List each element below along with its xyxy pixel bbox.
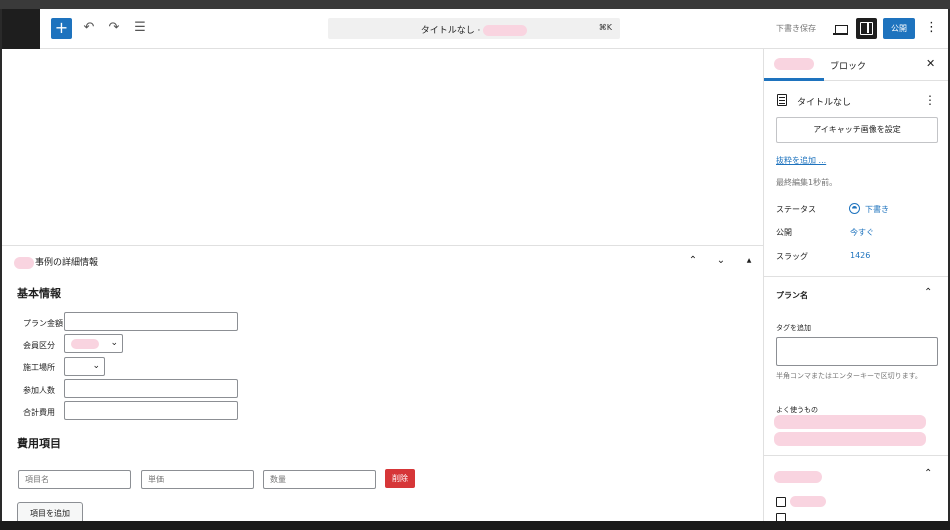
quantity-input[interactable]: 数量 xyxy=(263,470,376,489)
basic-info-heading: 基本情報 xyxy=(17,287,61,300)
slug-value[interactable]: 1426 xyxy=(850,251,870,260)
category-checkbox[interactable] xyxy=(776,513,786,521)
chevron-up-icon[interactable]: ⌃ xyxy=(924,468,932,479)
last-edited-text: 最終編集1秒前。 xyxy=(776,178,838,187)
screen-frame: + ↶ ↷ ☰ タイトルなし · ⌘K 下書き保存 公開 ⋮ 事例の詳細情報 ⌃… xyxy=(0,0,950,530)
editor-app: + ↶ ↷ ☰ タイトルなし · ⌘K 下書き保存 公開 ⋮ 事例の詳細情報 ⌃… xyxy=(2,9,948,521)
undo-icon[interactable]: ↶ xyxy=(81,20,97,36)
settings-toggle-button[interactable] xyxy=(856,18,877,39)
move-down-icon[interactable]: ⌄ xyxy=(714,254,728,268)
tab-block[interactable]: ブロック xyxy=(830,59,866,72)
document-title: タイトルなし · xyxy=(328,23,620,36)
redacted-tags xyxy=(774,432,926,446)
list-view-icon[interactable]: ☰ xyxy=(132,20,148,36)
close-icon[interactable]: ✕ xyxy=(926,57,935,70)
post-actions-icon[interactable]: ⋮ xyxy=(924,93,936,107)
participants-label: 参加人数 xyxy=(23,386,55,395)
redacted-panel-title[interactable] xyxy=(774,471,822,483)
status-label: ステータス xyxy=(776,205,816,214)
post-title: タイトルなし xyxy=(797,98,852,108)
editor-canvas[interactable] xyxy=(2,49,763,245)
cost-items-heading: 費用項目 xyxy=(17,437,61,450)
redacted-tags xyxy=(774,415,926,429)
chevron-down-icon: ⌄ xyxy=(110,338,118,348)
sidebar-icon xyxy=(860,22,873,35)
active-tab-indicator xyxy=(764,78,824,81)
document-title-text: タイトルなし · xyxy=(420,26,481,36)
site-icon[interactable] xyxy=(2,9,40,49)
preview-desktop-icon[interactable] xyxy=(833,21,849,37)
metabox-header[interactable]: 事例の詳細情報 ⌃ ⌄ ▲ xyxy=(2,246,763,274)
location-label: 施工場所 xyxy=(23,363,55,372)
post-icon xyxy=(777,94,787,106)
tag-help-text: 半角コンマまたはエンターキーで区切ります。 xyxy=(776,372,922,380)
command-shortcut: ⌘K xyxy=(598,23,612,32)
redacted-category xyxy=(790,496,826,507)
plan-panel-title[interactable]: プラン名 xyxy=(776,290,808,301)
sidebar-divider xyxy=(764,276,948,277)
redacted-prefix xyxy=(14,256,34,269)
editor-header: + ↶ ↷ ☰ タイトルなし · ⌘K 下書き保存 公開 ⋮ xyxy=(2,9,948,49)
redacted-value xyxy=(71,339,99,349)
location-select[interactable]: ⌄ xyxy=(64,357,105,376)
member-type-label: 会員区分 xyxy=(23,341,55,350)
category-checkbox[interactable] xyxy=(776,497,786,507)
chevron-down-icon: ⌄ xyxy=(92,361,100,371)
metabox-title: 事例の詳細情報 xyxy=(14,255,98,269)
options-icon[interactable]: ⋮ xyxy=(925,20,938,36)
total-cost-input[interactable] xyxy=(64,401,238,420)
metabox-title-text: 事例の詳細情報 xyxy=(35,258,99,268)
delete-item-button[interactable]: 削除 xyxy=(385,469,415,488)
move-up-icon[interactable]: ⌃ xyxy=(686,254,700,268)
plan-price-input[interactable] xyxy=(64,312,238,331)
add-item-button[interactable]: 項目を追加 xyxy=(17,502,83,521)
tag-input[interactable] xyxy=(776,337,938,366)
frequent-tags-label: よく使うもの xyxy=(776,406,818,414)
collapse-icon[interactable]: ▲ xyxy=(742,254,756,268)
sidebar-divider xyxy=(764,455,948,456)
draft-status-icon xyxy=(849,203,860,214)
tab-document[interactable] xyxy=(774,58,814,70)
redacted-site-name xyxy=(483,25,528,36)
publish-value[interactable]: 今すぐ xyxy=(850,227,874,238)
set-featured-image-button[interactable]: アイキャッチ画像を設定 xyxy=(776,117,938,143)
add-tag-label: タグを追加 xyxy=(776,324,811,332)
total-cost-label: 合計費用 xyxy=(23,408,55,417)
slug-label: スラッグ xyxy=(776,252,808,261)
chevron-up-icon[interactable]: ⌃ xyxy=(924,287,932,298)
redo-icon[interactable]: ↷ xyxy=(106,20,122,36)
status-value[interactable]: 下書き xyxy=(865,204,889,215)
add-excerpt-link[interactable]: 抜粋を追加 ... xyxy=(776,155,826,166)
command-palette-bar[interactable]: タイトルなし · ⌘K xyxy=(328,18,620,39)
member-type-select[interactable]: ⌄ xyxy=(64,334,123,353)
unit-price-input[interactable]: 単価 xyxy=(141,470,254,489)
item-name-input[interactable]: 項目名 xyxy=(18,470,131,489)
settings-sidebar: ブロック ✕ タイトルなし ⋮ アイキャッチ画像を設定 抜粋を追加 ... 最終… xyxy=(763,49,948,521)
os-bottom-strip xyxy=(0,521,950,530)
sidebar-tabs: ブロック ✕ xyxy=(764,49,948,81)
plan-price-label: プラン金額 xyxy=(23,319,63,328)
save-draft-button[interactable]: 下書き保存 xyxy=(776,23,816,34)
publish-label: 公開 xyxy=(776,228,792,237)
publish-button[interactable]: 公開 xyxy=(883,18,915,39)
add-block-button[interactable]: + xyxy=(51,18,72,39)
os-top-strip xyxy=(0,0,950,9)
participants-input[interactable] xyxy=(64,379,238,398)
